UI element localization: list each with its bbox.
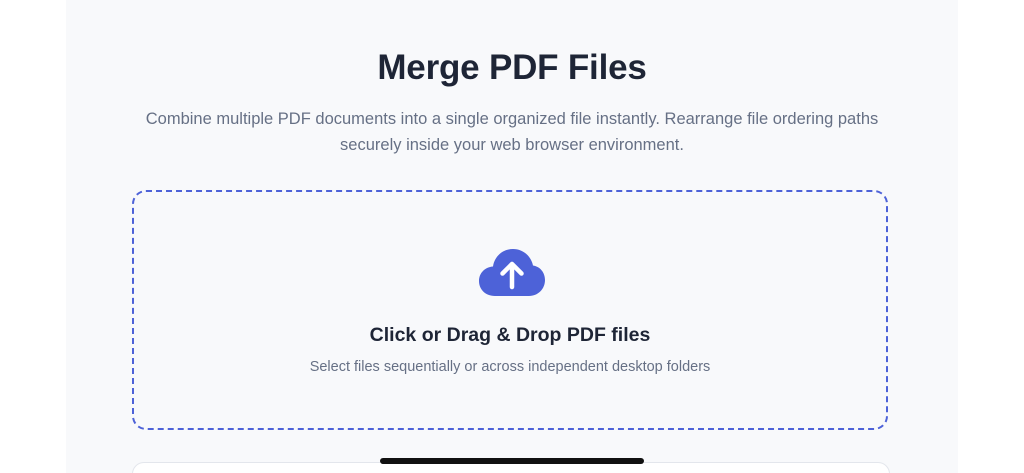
page-title: Merge PDF Files	[377, 48, 647, 87]
main-panel: Merge PDF Files Combine multiple PDF doc…	[66, 0, 958, 473]
dropzone-title: Click or Drag & Drop PDF files	[369, 324, 651, 346]
page-subtitle: Combine multiple PDF documents into a si…	[145, 110, 879, 154]
cloud-upload-icon	[479, 249, 545, 296]
home-indicator[interactable]	[380, 458, 644, 464]
dropzone-hint: Select files sequentially or across inde…	[309, 359, 711, 375]
screen: Merge PDF Files Combine multiple PDF doc…	[0, 0, 1024, 473]
pdf-dropzone[interactable]: Click or Drag & Drop PDF files Select fi…	[132, 190, 888, 430]
